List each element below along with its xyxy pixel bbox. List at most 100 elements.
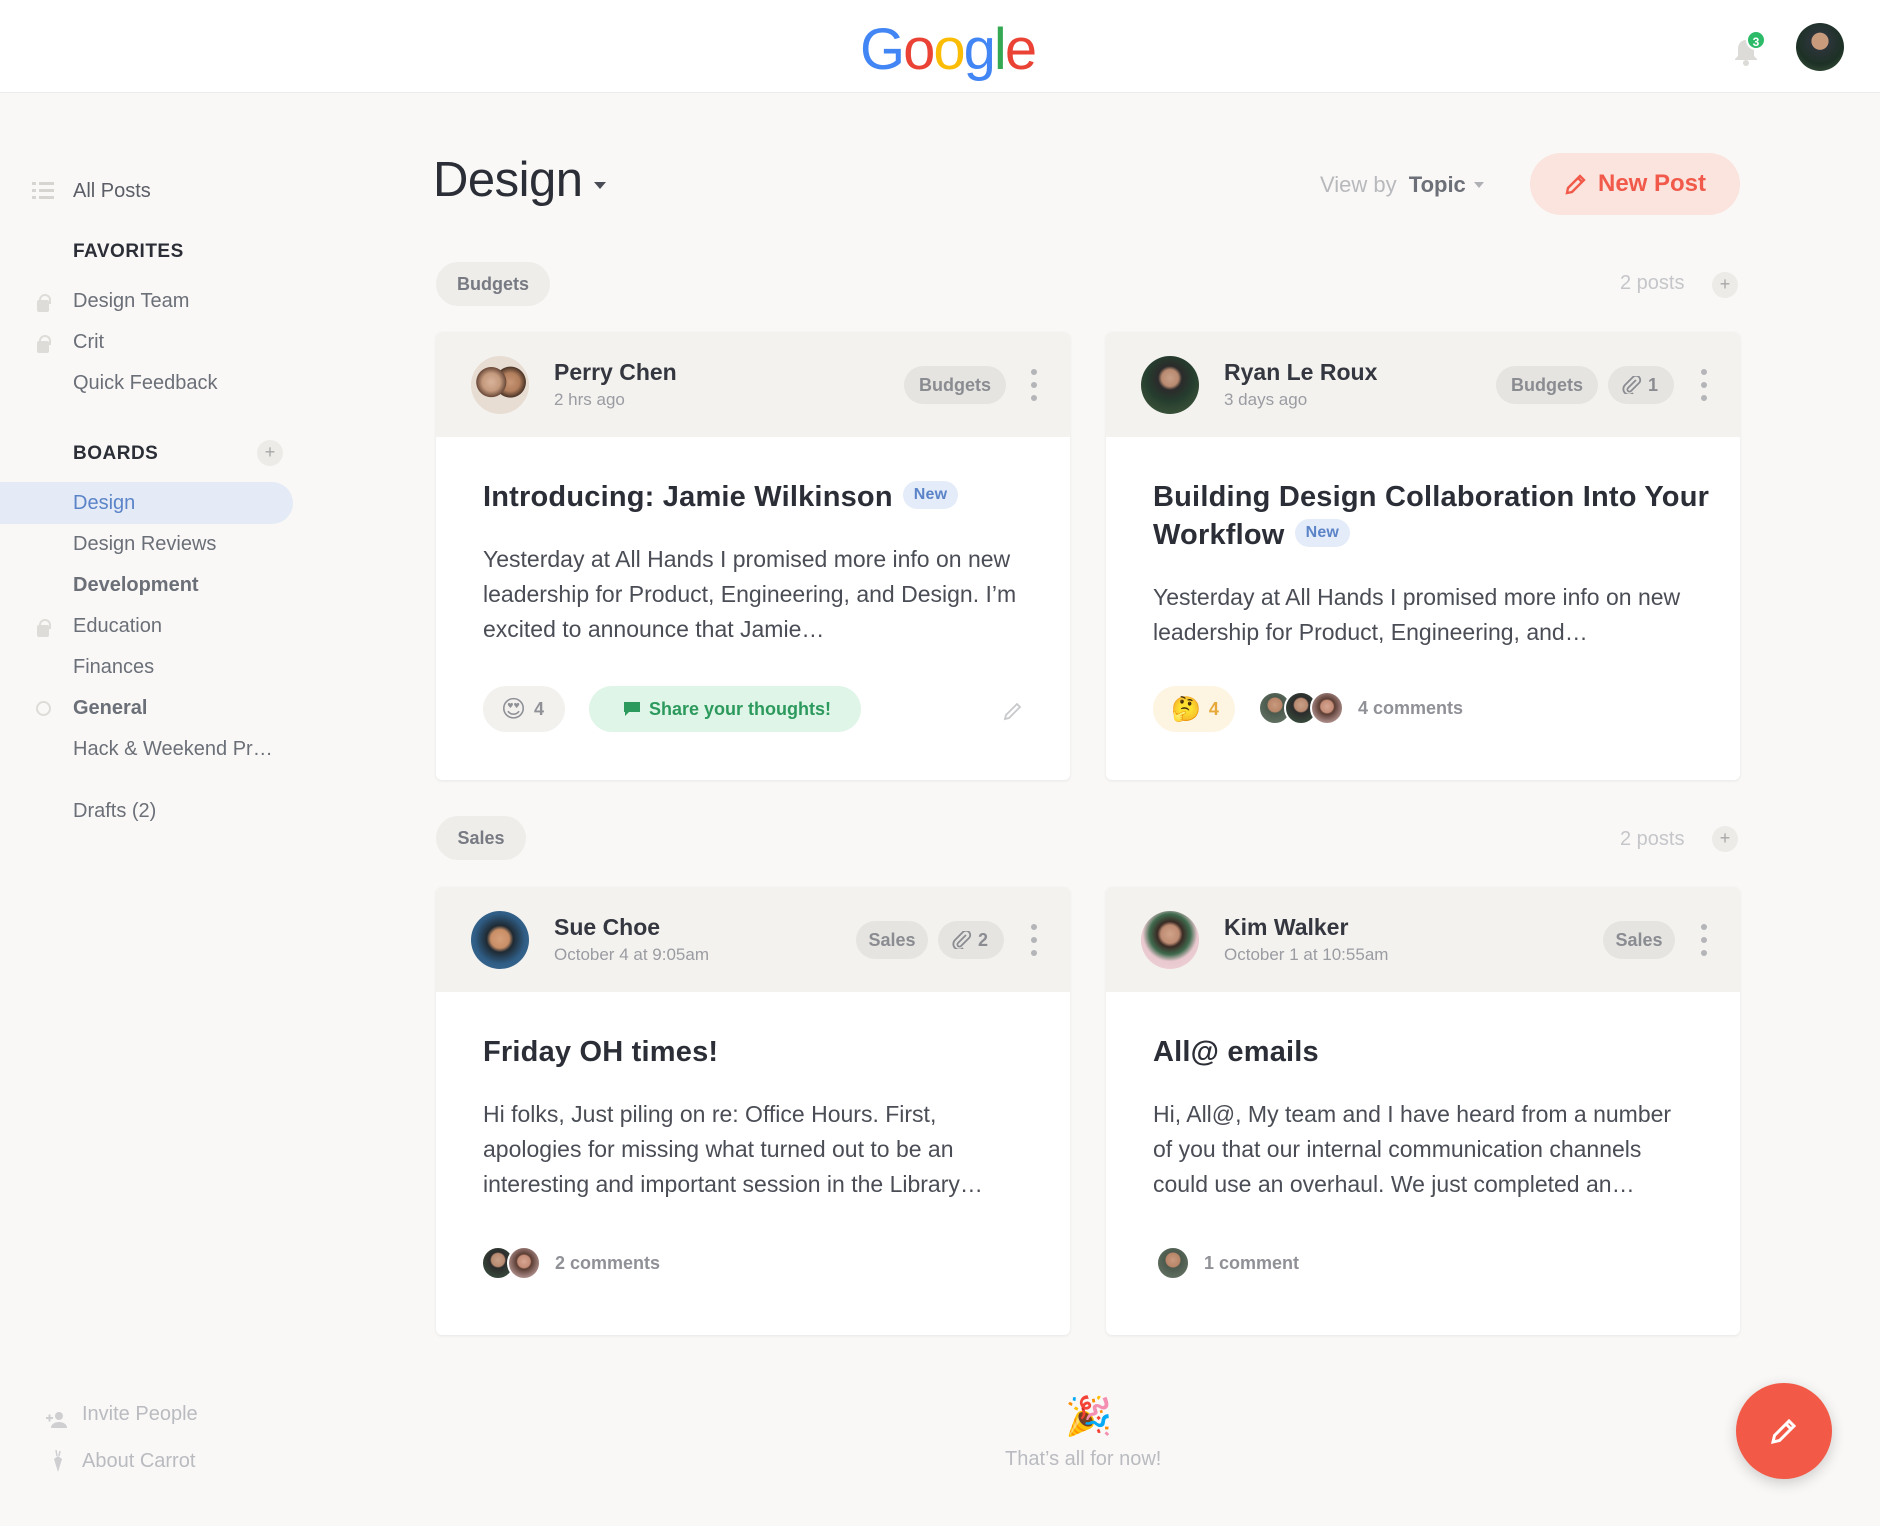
- author-name[interactable]: Sue Choe: [554, 914, 660, 941]
- carrot-icon: [54, 1450, 62, 1472]
- about-carrot-link[interactable]: About Carrot: [82, 1450, 195, 1473]
- post-body[interactable]: Yesterday at All Hands I promised more i…: [1153, 580, 1693, 650]
- post-time: 3 days ago: [1224, 390, 1308, 409]
- nav-all-posts[interactable]: All Posts: [73, 180, 151, 203]
- post-time: October 1 at 10:55am: [1224, 945, 1389, 964]
- favorite-item-quick-feedback[interactable]: Quick Feedback: [73, 372, 218, 395]
- top-bar: Google 3: [0, 0, 1880, 93]
- author-name[interactable]: Perry Chen: [554, 359, 677, 386]
- post-count: 2 posts: [1620, 828, 1685, 850]
- new-post-label: New Post: [1598, 170, 1707, 197]
- add-person-icon: [46, 1412, 67, 1428]
- topic-tag[interactable]: Budgets: [904, 366, 1006, 404]
- post-card[interactable]: Ryan Le Roux 3 days ago Budgets 1 Buildi…: [1106, 332, 1740, 780]
- favorite-item-design-team[interactable]: Design Team: [73, 290, 189, 313]
- board-title[interactable]: Design: [433, 152, 583, 208]
- topic-tag[interactable]: Sales: [856, 921, 928, 959]
- post-time: 2 hrs ago: [554, 390, 625, 409]
- view-by-value: Topic: [1408, 172, 1466, 197]
- active-board-highlight: [0, 482, 293, 524]
- author-avatar[interactable]: [471, 356, 529, 414]
- view-by-selector[interactable]: View by Topic: [1320, 172, 1466, 198]
- notification-badge: 3: [1746, 30, 1766, 50]
- heart-eyes-emoji-icon: 😍: [501, 696, 527, 724]
- globe-icon: [36, 701, 51, 716]
- end-of-feed-message: That’s all for now!: [1005, 1448, 1162, 1470]
- chevron-down-icon[interactable]: [1474, 182, 1484, 188]
- add-post-button[interactable]: +: [1712, 826, 1738, 852]
- post-card[interactable]: Perry Chen 2 hrs ago Budgets Introducing…: [436, 332, 1070, 780]
- topic-chip-budgets[interactable]: Budgets: [436, 262, 550, 306]
- comments-link[interactable]: 1 comment: [1204, 1253, 1299, 1274]
- pencil-icon: [1770, 1418, 1797, 1445]
- new-badge: New: [902, 481, 959, 510]
- view-by-label: View by: [1320, 172, 1397, 197]
- topic-chip-sales[interactable]: Sales: [436, 816, 526, 860]
- comments-link[interactable]: 2 comments: [555, 1253, 660, 1274]
- commenter-avatar: [507, 1246, 541, 1280]
- post-body[interactable]: Yesterday at All Hands I promised more i…: [483, 542, 1023, 647]
- thinking-emoji-icon: 🤔: [1171, 696, 1201, 724]
- favorite-item-crit[interactable]: Crit: [73, 331, 104, 354]
- chevron-down-icon[interactable]: [594, 182, 606, 189]
- comments-link[interactable]: 4 comments: [1358, 698, 1463, 719]
- edit-icon[interactable]: [1002, 700, 1024, 722]
- author-name[interactable]: Kim Walker: [1224, 914, 1348, 941]
- party-popper-icon: 🎉: [1065, 1396, 1113, 1438]
- post-card[interactable]: Kim Walker October 1 at 10:55am Sales Al…: [1106, 887, 1740, 1335]
- lock-icon: [37, 335, 51, 353]
- author-avatar[interactable]: [1141, 356, 1199, 414]
- board-item-design[interactable]: Design: [73, 492, 135, 515]
- lock-icon: [37, 619, 51, 637]
- attachments-badge[interactable]: 2: [938, 921, 1004, 959]
- post-card[interactable]: Sue Choe October 4 at 9:05am Sales 2 Fri…: [436, 887, 1070, 1335]
- post-title[interactable]: Friday OH times!: [483, 1033, 1043, 1071]
- compose-fab-button[interactable]: [1736, 1383, 1832, 1479]
- post-body[interactable]: Hi, All@, My team and I have heard from …: [1153, 1097, 1693, 1202]
- board-item-education[interactable]: Education: [73, 615, 162, 638]
- board-item-general[interactable]: General: [73, 697, 147, 720]
- post-title[interactable]: Introducing: Jamie Wilkinson New: [483, 478, 1043, 516]
- new-badge: New: [1294, 519, 1351, 548]
- board-item-hack-weekend[interactable]: Hack & Weekend Pr…: [73, 738, 273, 761]
- share-thoughts-button[interactable]: Share your thoughts!: [589, 686, 861, 732]
- paperclip-icon: [1622, 376, 1642, 394]
- sidebar: All Posts FAVORITES Design Team Crit Qui…: [0, 93, 300, 1526]
- topic-tag[interactable]: Budgets: [1496, 366, 1598, 404]
- new-post-button[interactable]: New Post: [1530, 153, 1740, 215]
- more-options-icon[interactable]: [1031, 369, 1037, 401]
- add-post-button[interactable]: +: [1712, 272, 1738, 298]
- commenter-avatar: [1156, 1246, 1190, 1280]
- attachments-badge[interactable]: 1: [1608, 366, 1674, 404]
- invite-people-link[interactable]: Invite People: [82, 1403, 198, 1426]
- pencil-icon: [1565, 174, 1586, 195]
- board-item-finances[interactable]: Finances: [73, 656, 154, 679]
- author-avatar[interactable]: [471, 911, 529, 969]
- board-item-development[interactable]: Development: [73, 574, 199, 597]
- post-body[interactable]: Hi folks, Just piling on re: Office Hour…: [483, 1097, 1023, 1202]
- more-options-icon[interactable]: [1031, 924, 1037, 956]
- board-item-design-reviews[interactable]: Design Reviews: [73, 533, 216, 556]
- post-time: October 4 at 9:05am: [554, 945, 709, 964]
- more-options-icon[interactable]: [1701, 369, 1707, 401]
- post-count: 2 posts: [1620, 272, 1685, 294]
- author-avatar[interactable]: [1141, 911, 1199, 969]
- post-title[interactable]: Building Design Collaboration Into Your …: [1153, 478, 1713, 554]
- google-logo[interactable]: Google: [860, 16, 1037, 83]
- drafts-link[interactable]: Drafts (2): [73, 800, 156, 823]
- boards-heading: BOARDS: [73, 443, 159, 464]
- more-options-icon[interactable]: [1701, 924, 1707, 956]
- author-name[interactable]: Ryan Le Roux: [1224, 359, 1377, 386]
- reaction-button[interactable]: 🤔 4: [1153, 686, 1235, 732]
- comment-icon: [624, 702, 640, 716]
- commenter-avatar: [1310, 691, 1344, 725]
- paperclip-icon: [952, 931, 972, 949]
- list-icon: [32, 182, 54, 199]
- lock-icon: [37, 294, 51, 312]
- favorites-heading: FAVORITES: [73, 241, 184, 262]
- post-title[interactable]: All@ emails: [1153, 1033, 1713, 1071]
- topic-tag[interactable]: Sales: [1603, 921, 1675, 959]
- user-avatar[interactable]: [1796, 23, 1844, 71]
- add-board-button[interactable]: +: [257, 440, 283, 466]
- reaction-button[interactable]: 😍 4: [483, 686, 565, 732]
